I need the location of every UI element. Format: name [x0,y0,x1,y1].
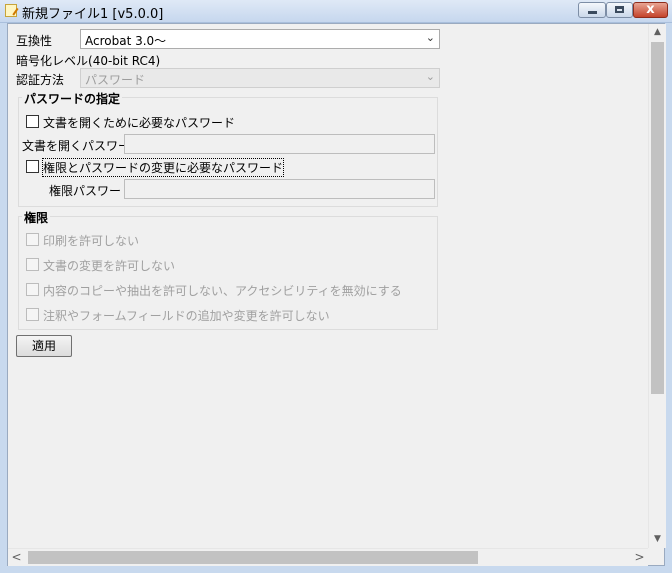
title-bar[interactable]: 新規ファイル1 [v5.0.0] x [0,0,672,23]
open-doc-password-input[interactable] [124,134,435,154]
auth-label: 認証方法 [16,73,65,87]
permission-password-check-label[interactable]: 権限とパスワードの変更に必要なパスワード [41,158,285,177]
scroll-up-icon[interactable]: ▲ [649,24,666,41]
permission-password-checkbox[interactable] [26,160,39,173]
compat-select[interactable]: Acrobat 3.0〜 ⌄ [80,29,440,49]
close-button[interactable]: x [633,2,668,18]
horizontal-scroll-thumb[interactable] [28,551,478,564]
deny-print-label: 印刷を許可しない [43,234,140,248]
window-title: 新規ファイル1 [v5.0.0] [22,7,164,22]
deny-copy-checkbox[interactable] [26,283,39,296]
open-doc-password-checkbox[interactable] [26,115,39,128]
password-group-title: パスワードの指定 [22,90,123,107]
scroll-left-icon[interactable]: < [8,549,25,566]
vertical-scrollbar[interactable]: ▲ ▼ [648,24,666,548]
compat-label: 互換性 [16,34,53,48]
deny-modify-label: 文書の変更を許可しない [43,259,176,273]
chevron-down-icon: ⌄ [425,70,435,83]
horizontal-scrollbar[interactable]: < > [8,548,648,566]
close-icon: x [646,2,655,17]
client-area: 互換性 Acrobat 3.0〜 ⌄ 暗号化レベル(40-bit RC4) 認証… [7,23,666,566]
chevron-down-icon: ⌄ [425,31,435,44]
minimize-icon [588,11,597,14]
auth-select[interactable]: パスワード ⌄ [80,68,440,88]
compat-value: Acrobat 3.0〜 [85,34,167,48]
app-window: 新規ファイル1 [v5.0.0] x 互換性 Acrobat 3.0〜 ⌄ 暗号… [0,0,672,573]
restore-button[interactable] [606,2,633,18]
encryption-value: (40-bit RC4) [88,54,161,68]
encryption-label: 暗号化レベル(40-bit RC4) [16,52,160,69]
auth-value: パスワード [85,73,146,87]
minimize-button[interactable] [578,2,606,18]
encryption-label-text: 暗号化レベル [16,54,89,68]
scroll-right-icon[interactable]: > [631,549,648,566]
vertical-scroll-thumb[interactable] [651,42,664,394]
deny-annotate-label: 注釈やフォームフィールドの追加や変更を許可しない [43,309,330,323]
apply-button[interactable]: 適用 [16,335,72,357]
open-doc-password-check-label[interactable]: 文書を開くために必要なパスワード [43,114,235,131]
deny-annotate-checkbox[interactable] [26,308,39,321]
restore-icon [615,6,624,13]
deny-print-checkbox[interactable] [26,233,39,246]
permission-password-input[interactable] [124,179,435,199]
permissions-group-title: 権限 [22,209,51,226]
document-edit-icon [5,4,17,17]
deny-copy-label: 内容のコピーや抽出を許可しない、アクセシビリティを無効にする [43,284,402,298]
scroll-down-icon[interactable]: ▼ [649,531,666,548]
deny-modify-checkbox[interactable] [26,258,39,271]
